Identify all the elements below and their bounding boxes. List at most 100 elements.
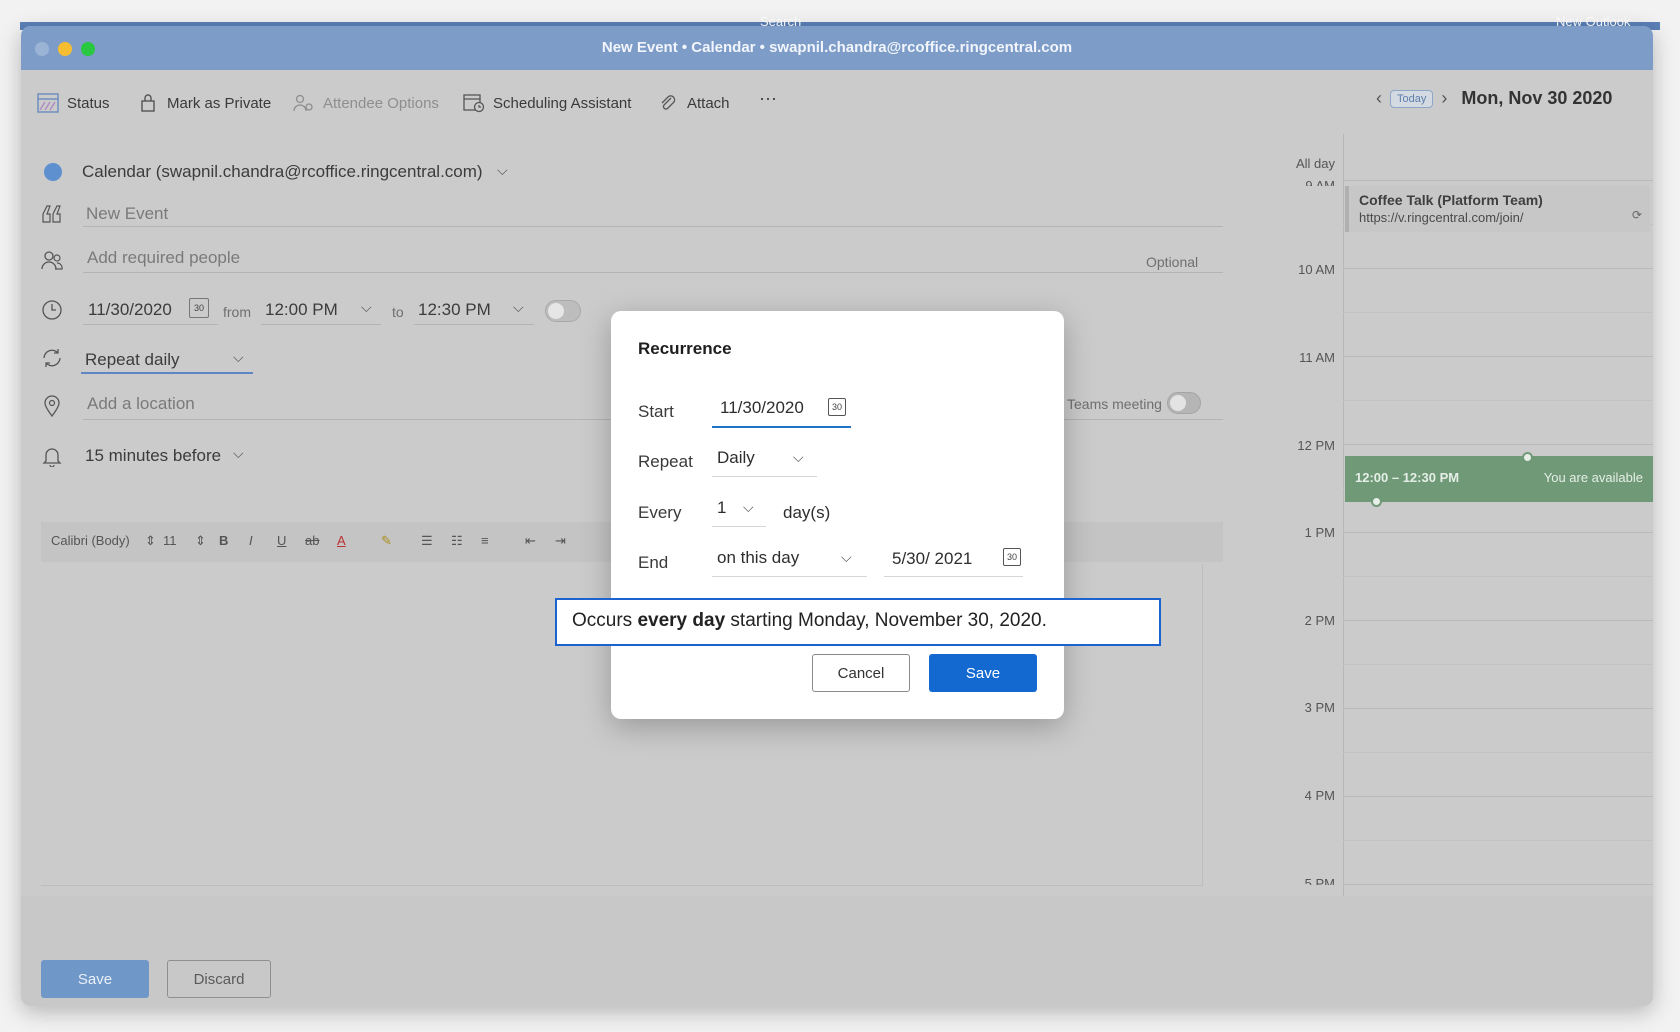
- underline-icon[interactable]: U: [277, 533, 286, 548]
- bold-icon[interactable]: B: [219, 533, 228, 548]
- hour-line: [1343, 444, 1653, 445]
- quote-icon: [40, 202, 64, 226]
- cancel-button[interactable]: Cancel: [812, 654, 910, 692]
- start-date-field[interactable]: 11/30/2020: [88, 300, 172, 320]
- to-label: to: [392, 304, 404, 320]
- day-navigation: ‹ Today › Mon, Nov 30 2020: [1376, 88, 1612, 109]
- resize-handle-top[interactable]: [1522, 452, 1533, 463]
- status-label: Status: [67, 94, 110, 112]
- calendar-selector[interactable]: Calendar (swapnil.chandra@rcoffice.ringc…: [82, 162, 483, 182]
- every-unit-label: day(s): [783, 503, 831, 522]
- repeat-frequency-select[interactable]: Daily: [717, 448, 755, 468]
- optional-people-link[interactable]: Optional: [1146, 254, 1198, 270]
- font-family-stepper-icon[interactable]: ⇕: [145, 533, 156, 549]
- repeat-frequency-chevron-down-icon[interactable]: ⌵: [793, 449, 804, 466]
- repeat-underline: [81, 372, 253, 374]
- end-date-picker-icon[interactable]: 30: [1003, 548, 1021, 566]
- start-date-picker-icon[interactable]: 30: [828, 398, 846, 416]
- hour-label: 9 AM: [1305, 178, 1335, 186]
- previous-day-icon[interactable]: ‹: [1376, 88, 1382, 109]
- end-label: End: [638, 553, 669, 572]
- half-hour-line: [1343, 576, 1653, 577]
- bottom-action-bar: Save Discard: [21, 896, 1653, 1006]
- half-hour-line: [1343, 664, 1653, 665]
- new-event-block[interactable]: 12:00 – 12:30 PM You are available: [1345, 456, 1653, 502]
- location-input[interactable]: Add a location: [87, 394, 195, 414]
- next-day-icon[interactable]: ›: [1441, 88, 1447, 109]
- hour-label: 5 PM: [1304, 876, 1335, 885]
- hour-line: [1343, 356, 1653, 357]
- attendee-options-button[interactable]: Attendee Options: [293, 92, 439, 114]
- every-interval-chevron-down-icon[interactable]: ⌵: [743, 499, 754, 516]
- numbered-list-icon[interactable]: ☷: [451, 533, 463, 549]
- repeat-selector[interactable]: Repeat daily: [85, 350, 180, 370]
- day-grid[interactable]: [1343, 134, 1653, 899]
- start-time-chevron-down-icon[interactable]: ⌵: [361, 299, 372, 316]
- today-button[interactable]: Today: [1390, 89, 1434, 108]
- event-title-input[interactable]: New Event: [86, 204, 168, 224]
- highlight-icon[interactable]: ✎: [381, 533, 392, 549]
- decrease-indent-icon[interactable]: ⇤: [525, 533, 536, 549]
- end-time-field[interactable]: 12:30 PM: [418, 300, 491, 320]
- status-button[interactable]: Status: [37, 92, 110, 114]
- font-size-stepper-icon[interactable]: ⇕: [195, 533, 206, 549]
- more-options-button[interactable]: ···: [759, 88, 777, 109]
- font-size-selector[interactable]: 11: [163, 533, 177, 548]
- required-people-input[interactable]: Add required people: [87, 248, 240, 268]
- align-icon[interactable]: ≡: [481, 533, 489, 548]
- calendar-color-dot: [44, 163, 62, 181]
- bell-icon: [40, 444, 64, 468]
- current-date-label: Mon, Nov 30 2020: [1461, 88, 1613, 108]
- every-label: Every: [638, 503, 682, 522]
- hour-line: [1343, 884, 1653, 885]
- end-date-underline: [884, 576, 1023, 577]
- end-mode-select[interactable]: on this day: [717, 548, 799, 568]
- coffee-talk-event[interactable]: Coffee Talk (Platform Team) https://v.ri…: [1345, 186, 1650, 232]
- font-family-selector[interactable]: Calibri (Body): [51, 533, 130, 548]
- event-title: Coffee Talk (Platform Team): [1359, 192, 1543, 208]
- every-interval-select[interactable]: 1: [717, 498, 726, 518]
- calendar-chevron-down-icon[interactable]: ⌵: [497, 162, 508, 179]
- attach-button[interactable]: Attach: [657, 92, 730, 114]
- people-icon: [40, 248, 64, 272]
- clock-icon: [40, 298, 64, 322]
- mark-private-button[interactable]: Mark as Private: [137, 92, 271, 114]
- half-hour-line: [1343, 840, 1653, 841]
- strikethrough-icon[interactable]: ab: [305, 533, 319, 548]
- save-recurrence-button[interactable]: Save: [929, 654, 1037, 692]
- half-hour-line: [1343, 400, 1653, 401]
- start-time-field[interactable]: 12:00 PM: [265, 300, 338, 320]
- scheduling-assistant-label: Scheduling Assistant: [493, 94, 632, 112]
- hour-line: [1343, 620, 1653, 621]
- reminder-selector[interactable]: 15 minutes before: [85, 446, 221, 466]
- summary-prefix: Occurs: [572, 610, 638, 631]
- end-date-field[interactable]: 5/30/ 2021: [892, 549, 972, 569]
- summary-frequency: every day: [637, 610, 726, 631]
- save-event-button[interactable]: Save: [41, 960, 149, 998]
- teams-meeting-toggle[interactable]: [1167, 392, 1201, 414]
- reminder-chevron-down-icon[interactable]: ⌵: [233, 445, 244, 462]
- date-picker-icon[interactable]: 30: [189, 298, 209, 318]
- location-pin-icon: [40, 394, 64, 418]
- italic-icon[interactable]: I: [249, 533, 253, 548]
- availability-text: You are available: [1543, 470, 1643, 485]
- window-title: New Event • Calendar • swapnil.chandra@r…: [601, 39, 1073, 56]
- end-mode-chevron-down-icon[interactable]: ⌵: [841, 549, 852, 566]
- hour-label: 11 AM: [1299, 350, 1335, 365]
- end-time-chevron-down-icon[interactable]: ⌵: [513, 299, 524, 316]
- day-view-panel: All day 9 AM 10 AM 11 AM 12 PM 1 PM 2 PM…: [1281, 134, 1653, 899]
- bullet-list-icon[interactable]: ☰: [421, 533, 433, 549]
- recurring-icon: ⟳: [1631, 208, 1642, 222]
- font-color-icon[interactable]: A: [337, 533, 346, 548]
- all-day-toggle[interactable]: [545, 300, 581, 322]
- hour-line: [1343, 708, 1653, 709]
- summary-suffix: starting Monday, November 30, 2020.: [725, 610, 1047, 631]
- hour-line: [1343, 268, 1653, 269]
- scheduling-assistant-button[interactable]: Scheduling Assistant: [463, 92, 631, 114]
- recurrence-start-field[interactable]: 11/30/2020: [720, 398, 804, 418]
- increase-indent-icon[interactable]: ⇥: [555, 533, 566, 549]
- end-time-underline: [414, 324, 534, 325]
- repeat-chevron-down-icon[interactable]: ⌵: [233, 349, 244, 366]
- discard-button[interactable]: Discard: [167, 960, 271, 998]
- resize-handle-bottom[interactable]: [1371, 496, 1382, 507]
